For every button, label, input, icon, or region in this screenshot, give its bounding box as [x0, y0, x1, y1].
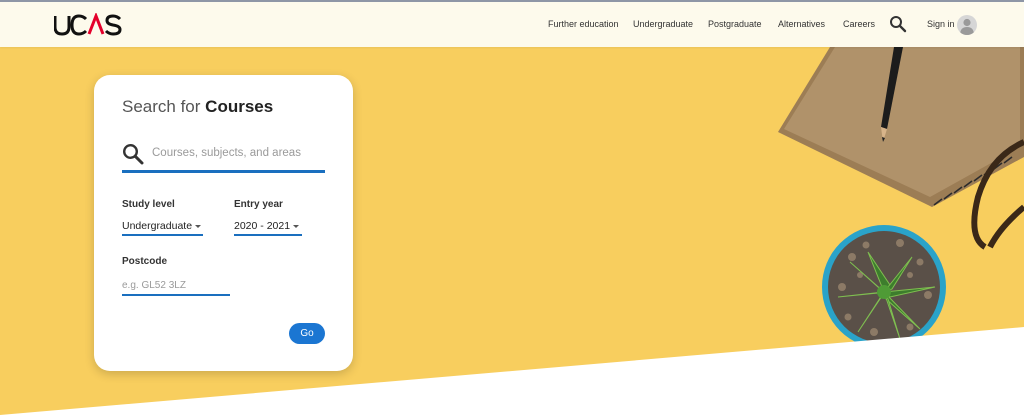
user-avatar-icon[interactable]	[957, 15, 977, 35]
study-level-label: Study level	[122, 199, 175, 210]
nav-undergraduate[interactable]: Undergraduate	[633, 19, 693, 29]
card-title: Search for Courses	[122, 97, 273, 117]
sign-in-link[interactable]: Sign in	[927, 19, 955, 29]
course-search-card: Search for Courses Study level Undergrad…	[94, 75, 353, 371]
course-search-field	[122, 139, 325, 173]
succulent-plant-image	[822, 225, 946, 349]
course-search-input[interactable]	[152, 143, 322, 163]
entry-year-value: 2020 - 2021	[234, 220, 291, 232]
search-icon[interactable]	[889, 15, 907, 33]
ucas-logo[interactable]	[54, 12, 124, 37]
ucas-logo-mark	[54, 12, 122, 36]
postcode-label: Postcode	[122, 256, 168, 267]
nav-careers[interactable]: Careers	[843, 19, 875, 29]
chevron-down-icon	[293, 224, 300, 228]
postcode-input[interactable]	[122, 277, 230, 296]
go-button[interactable]: Go	[289, 323, 325, 344]
search-icon	[122, 143, 144, 165]
notebook-image	[778, 47, 1024, 207]
entry-year-select[interactable]: 2020 - 2021	[234, 218, 302, 236]
site-header: Further education Undergraduate Postgrad…	[0, 0, 1024, 47]
entry-year-label: Entry year	[234, 199, 283, 210]
study-level-value: Undergraduate	[122, 220, 193, 232]
nav-postgraduate[interactable]: Postgraduate	[708, 19, 762, 29]
chevron-down-icon	[195, 224, 202, 228]
nav-alternatives[interactable]: Alternatives	[778, 19, 825, 29]
card-title-prefix: Search for	[122, 97, 201, 116]
card-title-strong: Courses	[205, 97, 274, 116]
study-level-select[interactable]: Undergraduate	[122, 218, 203, 236]
nav-further-education[interactable]: Further education	[548, 19, 619, 29]
